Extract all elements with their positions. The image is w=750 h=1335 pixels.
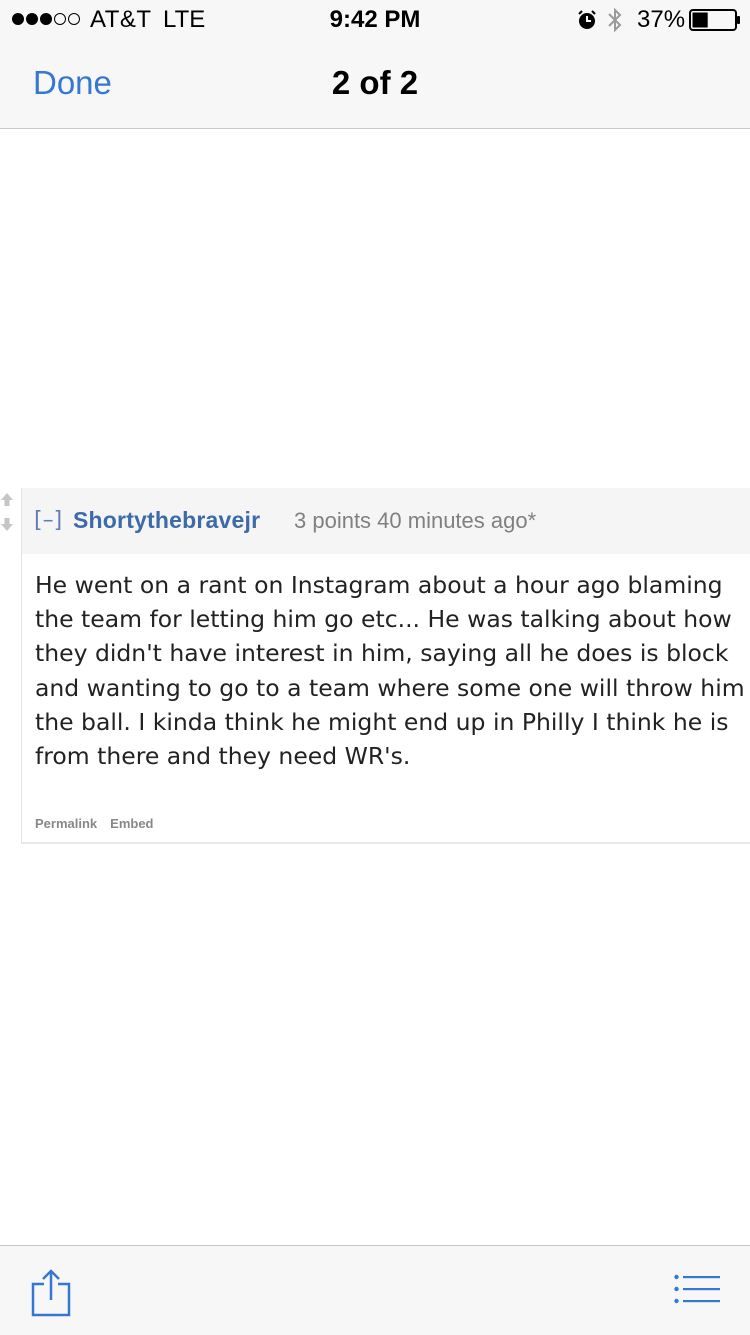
upvote-arrow-icon xyxy=(1,493,13,506)
comment: [–] Shortythebravejr 3 points 40 minutes… xyxy=(21,488,750,844)
navigation-bar: Done 2 of 2 xyxy=(0,40,750,128)
bluetooth-icon xyxy=(608,7,622,33)
page-title: 2 of 2 xyxy=(331,64,419,101)
permalink-link[interactable]: Permalink xyxy=(35,816,97,831)
done-button[interactable]: Done xyxy=(33,64,112,102)
comment-header: [–] Shortythebravejr 3 points 40 minutes… xyxy=(22,488,750,554)
downvote-arrow-icon xyxy=(1,518,13,531)
top-bar: AT&T LTE 9:42 PM 37% Done 2 of 2 xyxy=(0,0,750,129)
status-bar: AT&T LTE 9:42 PM 37% xyxy=(0,0,750,40)
share-icon[interactable] xyxy=(30,1268,72,1318)
alarm-clock-icon xyxy=(578,10,596,29)
bottom-toolbar xyxy=(0,1245,750,1335)
comment-meta: 3 points 40 minutes ago* xyxy=(294,508,537,533)
list-icon[interactable] xyxy=(674,1274,720,1304)
vote-arrows-icon[interactable] xyxy=(0,492,14,532)
comment-author[interactable]: Shortythebravejr xyxy=(73,507,260,534)
comment-body: He went on a rant on Instagram about a h… xyxy=(35,571,745,771)
embed-link[interactable]: Embed xyxy=(110,816,153,831)
comment-actions: Permalink Embed xyxy=(35,816,154,831)
collapse-toggle[interactable]: [–] xyxy=(34,508,62,533)
battery-icon xyxy=(689,9,740,31)
battery-percent: 37% xyxy=(637,6,686,33)
